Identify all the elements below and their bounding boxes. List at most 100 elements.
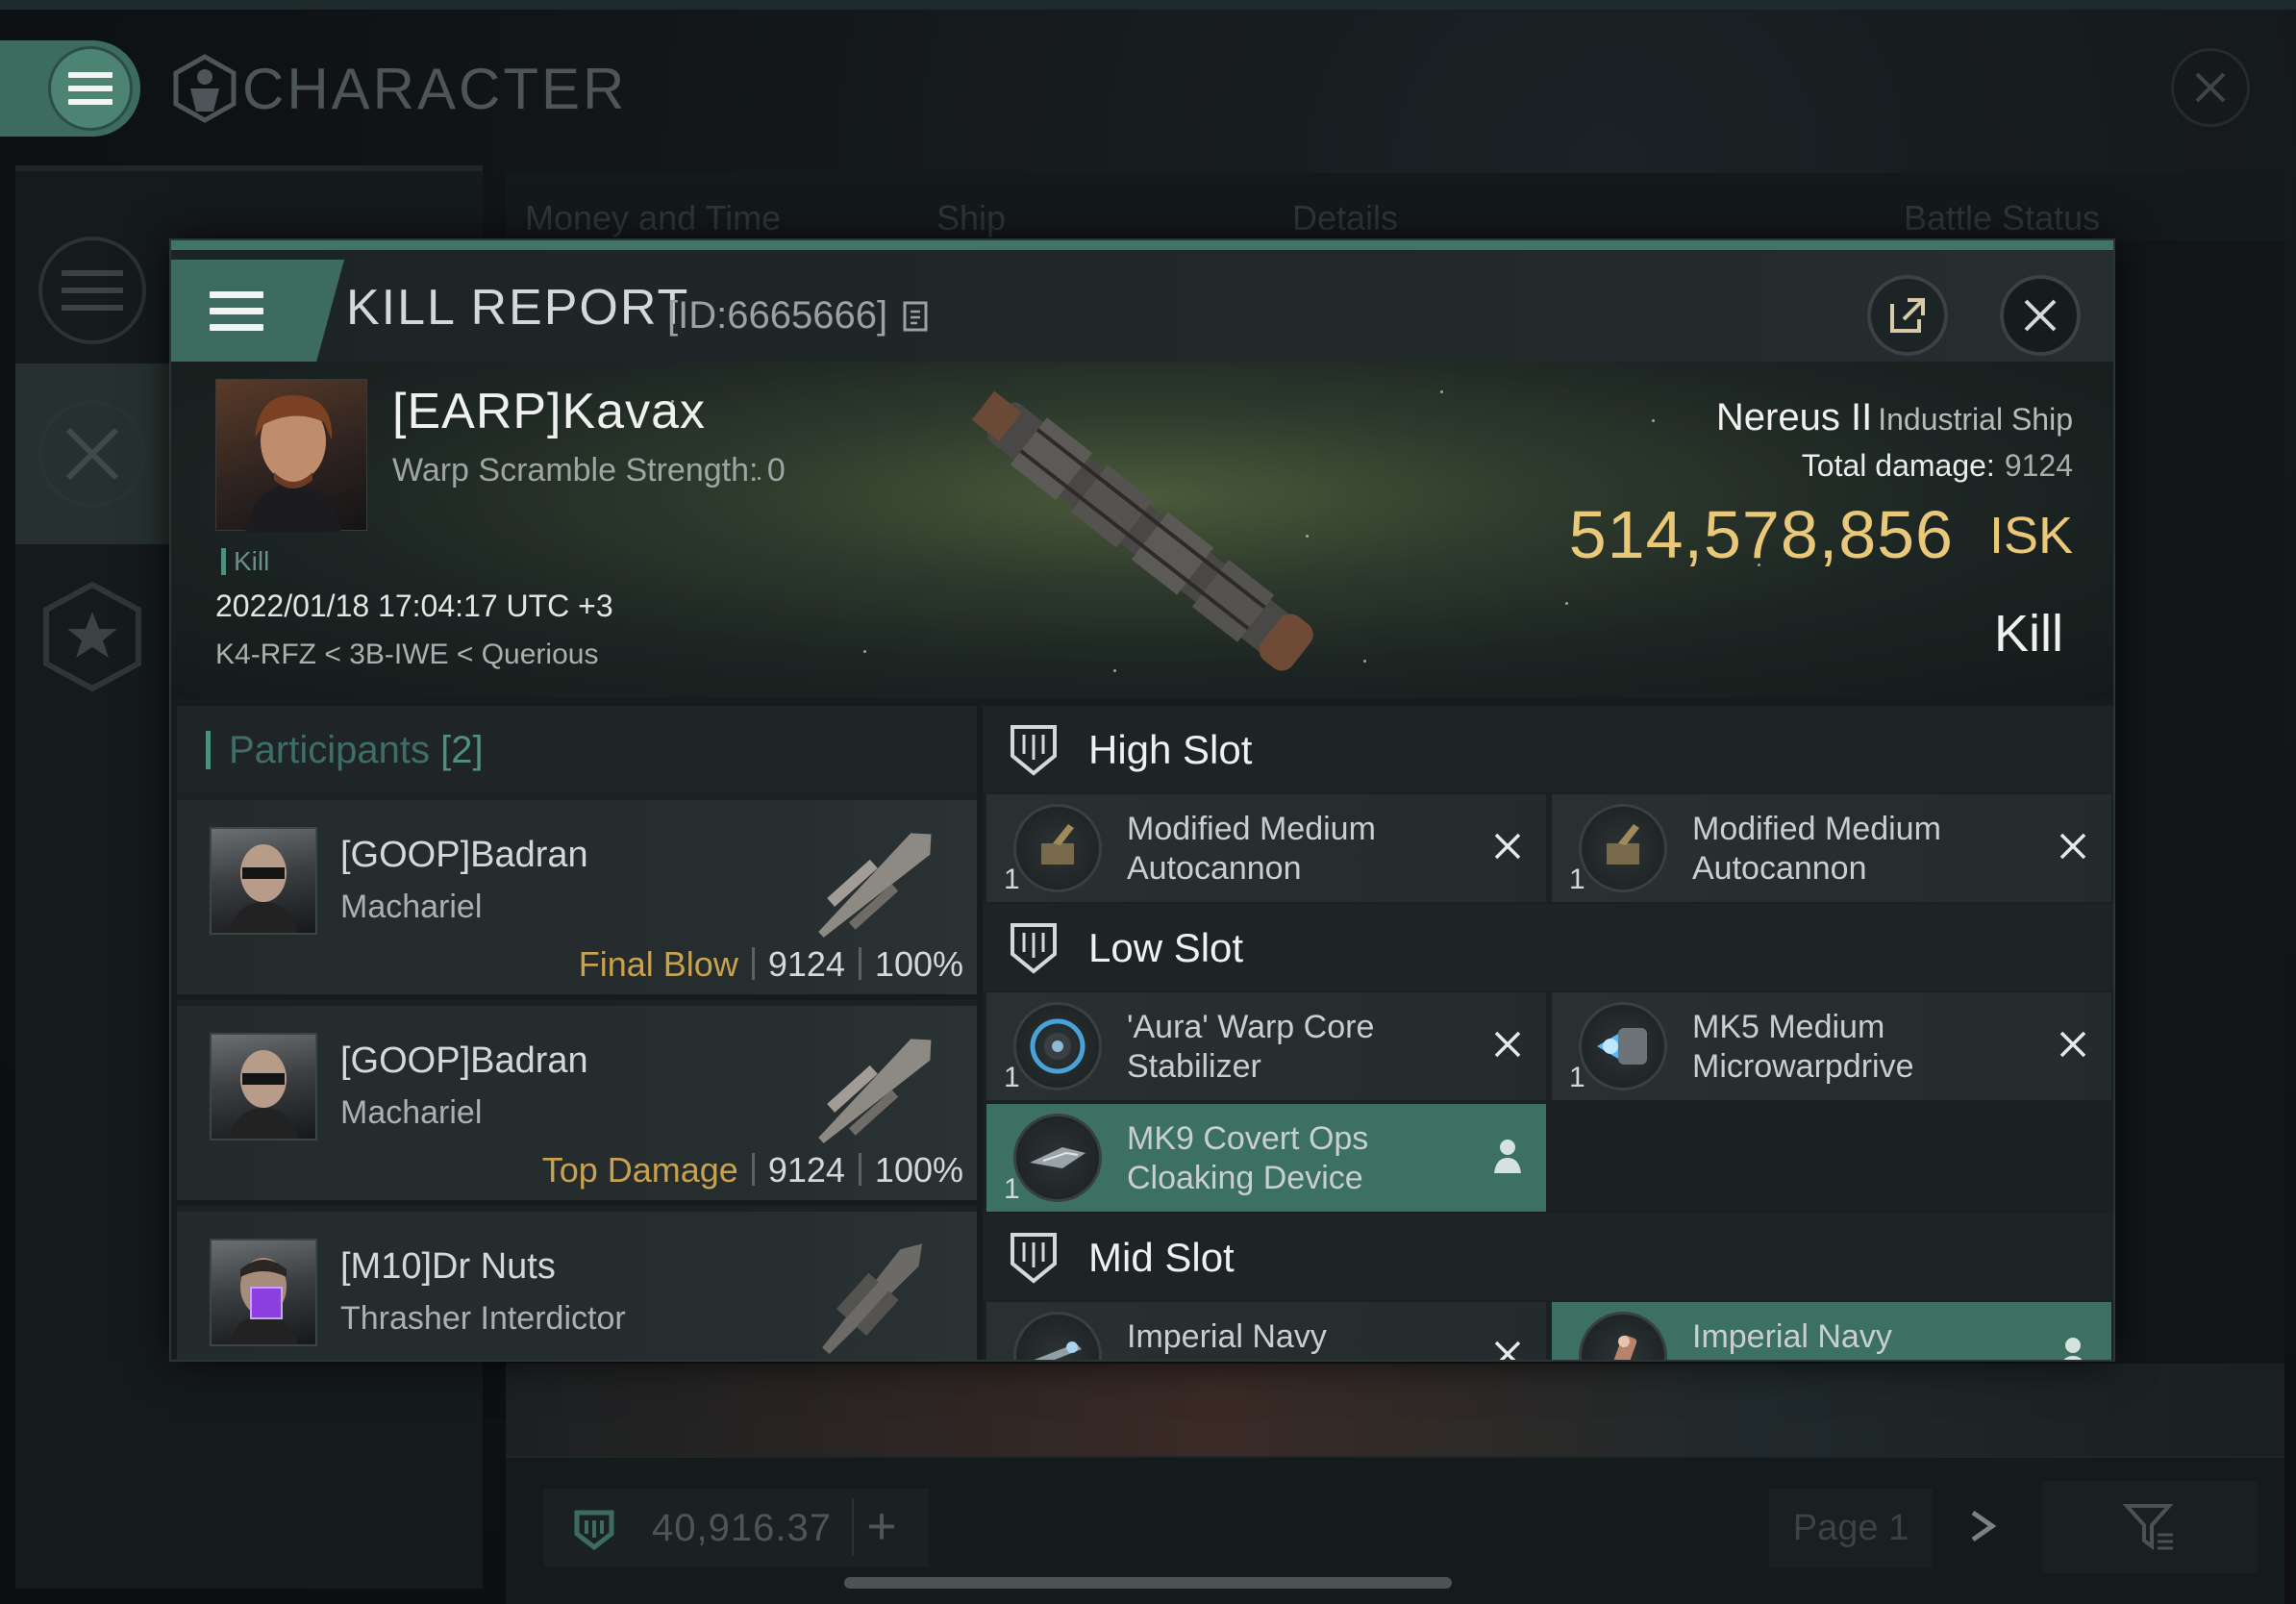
module-name: 'Aura' Warp Core Stabilizer: [1127, 1009, 1375, 1085]
person-icon: [1494, 1140, 1521, 1173]
add-funds-button[interactable]: +: [852, 1498, 910, 1556]
modal-accent-bar: [171, 240, 2113, 250]
top-edge: [0, 0, 2296, 10]
background-tab-bar: Money and Time Ship Details Battle Statu…: [506, 173, 2284, 240]
victim-name[interactable]: [EARP]Kavax: [392, 383, 706, 440]
share-button[interactable]: [1867, 275, 1948, 356]
module-item[interactable]: 1 MK5 Medium Microwarpdrive: [1552, 992, 2111, 1100]
module-item[interactable]: 1 Modified Medium Autocannon: [1552, 794, 2111, 902]
ship-icon: [818, 833, 932, 938]
sidebar-item-menu[interactable]: [15, 200, 169, 381]
destroyed-x-icon: [2059, 833, 2086, 860]
kill-tag: Kill: [221, 546, 269, 577]
autocannon-icon: [1013, 804, 1102, 892]
module-quantity: 1: [1004, 1173, 1020, 1205]
kill-location[interactable]: K4-RFZ < 3B-IWE < Querious: [215, 639, 598, 671]
modal-close-button[interactable]: [2000, 275, 2081, 356]
participant-row[interactable]: [GOOP]Badran Machariel Top Damage 9124 100…: [177, 1006, 977, 1206]
kill-report-modal: KILL REPORT [ID:6665666] [EARP]Kavax War…: [169, 238, 2115, 1362]
list-icon: [38, 237, 146, 344]
module-name: Modified Medium Autocannon: [1127, 811, 1376, 887]
implant-badge-icon: [250, 1287, 283, 1319]
separator: [751, 1153, 755, 1186]
window-title: CHARACTER: [242, 57, 628, 121]
module-item[interactable]: 1 Modified Medium Autocannon: [986, 794, 1546, 902]
participant-row[interactable]: [M10]Dr Nuts Thrasher Interdictor: [177, 1212, 977, 1360]
participant-ship: Machariel: [340, 889, 483, 925]
damage-value: 9124: [767, 1150, 845, 1190]
destroyed-x-icon: [1494, 1031, 1521, 1058]
participants-title: Participants [2]: [229, 729, 484, 772]
screen: CHARACTER Money and Time Ship Details Ba…: [0, 0, 2296, 1604]
next-page-button[interactable]: [1952, 1500, 2013, 1558]
kill-banner: [EARP]Kavax Warp Scramble Strength: 0 Ki…: [171, 362, 2113, 698]
modal-header: KILL REPORT [ID:6665666]: [171, 250, 2113, 362]
module-name: MK9 Covert Ops Cloaking Device: [1127, 1120, 1369, 1196]
module-item[interactable]: 1 'Aura' Warp Core Stabilizer: [986, 992, 1546, 1100]
participant-ship: Machariel: [340, 1094, 483, 1131]
separator: [858, 1153, 861, 1186]
high-slot-title: High Slot: [1088, 727, 1253, 772]
copy-icon[interactable]: [902, 300, 933, 335]
participant-stats: Top Damage 9124 100%: [542, 1150, 963, 1190]
filter-button[interactable]: [2042, 1481, 2258, 1573]
tab-money-and-time[interactable]: Money and Time: [525, 198, 781, 238]
modal-menu-button[interactable]: [171, 260, 344, 362]
mid-slot-header: Mid Slot: [983, 1214, 2113, 1300]
victim-ship-name[interactable]: Nereus II Industrial Ship: [1716, 396, 2073, 439]
module-name: Imperial Navy: [1692, 1318, 1892, 1355]
low-slot-icon: [1011, 923, 1057, 974]
low-slot-header: Low Slot: [983, 904, 2113, 990]
isk-wallet-icon: [565, 1499, 623, 1557]
low-slot-title: Low Slot: [1088, 925, 1244, 970]
total-damage: Total damage: 9124: [1802, 448, 2073, 484]
wallet-display: 40,916.37 +: [544, 1489, 929, 1567]
isk-unit: ISK: [1988, 507, 2073, 564]
warp-core-stabilizer-icon: [1013, 1002, 1102, 1090]
avatar: [245, 394, 341, 532]
imperial-navy-module-icon: [1579, 1312, 1667, 1360]
module-item-dropped[interactable]: 1 MK9 Covert Ops Cloaking Device: [986, 1104, 1546, 1212]
total-damage-value: 9124: [2004, 448, 2073, 483]
ship-class: Industrial Ship: [1878, 402, 2073, 437]
sidebar-item-favorites[interactable]: [15, 546, 169, 727]
fittings-panel: High Slot 1 Modified Medium Autocannon 1…: [983, 706, 2113, 1360]
module-item[interactable]: Imperial Navy: [986, 1302, 1546, 1360]
module-item-dropped[interactable]: Imperial Navy: [1552, 1302, 2111, 1360]
close-icon: [2195, 72, 2226, 103]
star-icon: [43, 581, 141, 692]
ship-name-text: Nereus II: [1715, 396, 1873, 439]
total-damage-label: Total damage:: [1801, 448, 1995, 483]
main-menu-button[interactable]: [48, 46, 133, 131]
participant-name: [M10]Dr Nuts: [340, 1246, 556, 1287]
victim-ship-image: [971, 390, 1313, 671]
participant-stats: Final Blow 9124 100%: [579, 944, 963, 985]
participants-panel: Participants [2] [GOOP]Badran Machariel …: [177, 706, 977, 1360]
imperial-navy-module-icon: [1013, 1312, 1102, 1360]
participant-row[interactable]: [GOOP]Badran Machariel Final Blow 9124 100…: [177, 800, 977, 1000]
microwarpdrive-icon: [1579, 1002, 1667, 1090]
participant-ship: Thrasher Interdictor: [340, 1300, 626, 1337]
destroyed-x-icon: [1494, 833, 1521, 860]
tab-ship[interactable]: Ship: [936, 198, 1006, 238]
module-quantity: 1: [1569, 864, 1585, 895]
tab-details[interactable]: Details: [1292, 198, 1398, 238]
tab-battle-status[interactable]: Battle Status: [1904, 198, 2100, 238]
close-icon: [2024, 299, 2057, 332]
high-slot-header: High Slot: [983, 706, 2113, 792]
damage-percent: 100%: [874, 944, 963, 984]
home-indicator: [844, 1577, 1452, 1589]
destroyed-x-icon: [1494, 1341, 1521, 1360]
filter-icon: [2123, 1504, 2174, 1550]
kill-id: [ID:6665666]: [667, 294, 888, 337]
modal-title: KILL REPORT: [346, 280, 690, 336]
victim-portrait[interactable]: [215, 379, 367, 532]
module-quantity: 1: [1004, 1062, 1020, 1093]
mid-slot-icon: [1011, 1233, 1057, 1284]
character-icon: [173, 54, 237, 123]
sidebar-item-combat[interactable]: [15, 363, 169, 544]
participant-name: [GOOP]Badran: [340, 1040, 588, 1081]
window-close-button[interactable]: [2171, 48, 2250, 127]
avatar: [210, 827, 317, 935]
separator: [858, 947, 861, 980]
